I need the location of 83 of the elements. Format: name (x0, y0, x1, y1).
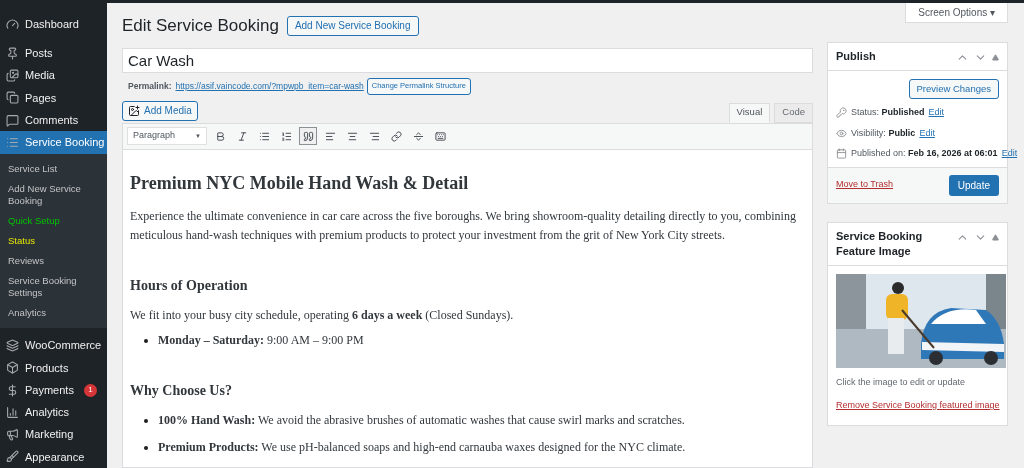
italic-icon (236, 130, 248, 142)
content-paragraph: We fit into your busy city schedule, operating 6 days a week (Closed Sundays). (130, 306, 515, 324)
layers-icon (6, 339, 19, 353)
submenu-item[interactable]: Service Booking Settings (0, 270, 107, 303)
dollar-icon (6, 383, 19, 397)
panel-title: Service Booking Feature Image (836, 228, 924, 259)
pin-icon (6, 46, 19, 60)
sidebar-item[interactable]: Service Booking (0, 131, 107, 154)
edit-link[interactable]: Edit (1001, 147, 1018, 161)
content-heading: Hours of Operation (130, 276, 249, 295)
editor-tab[interactable]: Visual (728, 102, 771, 123)
bullet-list-icon (258, 130, 270, 142)
sidebar-item[interactable]: Payments 1 (0, 379, 107, 402)
box-icon (6, 361, 19, 375)
numbered-list-icon (280, 130, 292, 142)
submenu-item[interactable]: Service List (0, 158, 107, 179)
comment-icon (6, 113, 19, 127)
key-icon (836, 107, 847, 119)
content-paragraph: Experience the ultimate convenience in car care across the five boroughs. We bring showroom-quality detailing directly to you, combining meticulous hand-wash techniques with premium products to protect your investment from the grit of New York City streets. (130, 207, 797, 244)
media-icon (128, 104, 140, 117)
gauge-icon (6, 17, 19, 31)
publish-info: Visibility: Public (851, 126, 916, 140)
panel-title: Publish (836, 49, 877, 64)
bullet-icon (144, 445, 148, 450)
preview-button[interactable]: Preview Changes (908, 79, 999, 99)
sidebar-item[interactable]: Analytics (0, 401, 107, 424)
calendar-icon (836, 148, 847, 160)
list-item-text: 100% Hand Wash: We avoid the abrasive brushes of automatic washes that cause swirl marks and scratches. (158, 411, 685, 429)
media-icon (6, 69, 19, 83)
title-field[interactable]: Car Wash (122, 47, 813, 73)
sidebar-item[interactable]: Appearance (0, 445, 107, 468)
toolbar-button[interactable] (299, 127, 317, 145)
list-icon (6, 135, 19, 149)
sidebar-item[interactable]: Comments (0, 109, 107, 132)
page-title: Edit Service Booking (122, 15, 279, 37)
image-hint: Click the image to edit or update (836, 375, 967, 389)
collapse-icon[interactable] (992, 233, 999, 241)
sidebar-item[interactable]: Media (0, 64, 107, 87)
brush-icon (6, 450, 19, 464)
publish-info: Published on: Feb 16, 2026 at 06:01 (851, 147, 998, 160)
permalink-link[interactable]: https://asif.vaincode.com/?mpwpb_item=car-wash (175, 79, 364, 93)
megaphone-icon (6, 428, 19, 442)
sidebar-item[interactable]: WooCommerce (0, 334, 107, 357)
submenu-item[interactable]: Add New Service Booking (0, 178, 107, 211)
sidebar-item[interactable]: Products (0, 356, 107, 379)
list-item-text: Premium Products: We use pH-balanced soaps and high-end carnauba waxes designed for the NYC climate. (158, 438, 686, 456)
trash-link[interactable]: Move to Trash (836, 178, 894, 192)
count-badge: 1 (83, 383, 97, 397)
submenu-item[interactable]: Quick Setup (0, 210, 107, 231)
edit-link[interactable]: Edit (928, 106, 945, 120)
add-media-button[interactable]: Add Media (122, 100, 198, 121)
read-more-icon (412, 130, 424, 142)
edit-link[interactable]: Edit (919, 126, 935, 140)
pages-icon (6, 91, 19, 105)
screen-options-button[interactable]: Screen Options ▾ (905, 3, 1008, 23)
add-new-button[interactable]: Add New Service Booking (286, 15, 419, 36)
align-center-icon (346, 130, 358, 142)
align-right-icon (368, 130, 380, 142)
quote-icon (302, 130, 314, 142)
sidebar-item[interactable]: Marketing (0, 423, 107, 446)
bullet-icon (144, 418, 148, 423)
sidebar-item[interactable]: Dashboard (0, 13, 107, 36)
submenu-item[interactable]: Reviews (0, 250, 107, 271)
sidebar-item[interactable]: Pages (0, 86, 107, 109)
submenu-item[interactable]: Analytics (0, 302, 107, 323)
remove-image-link[interactable]: Remove Service Booking featured image (836, 399, 999, 413)
bar-chart-icon (6, 405, 19, 419)
collapse-icon[interactable] (992, 54, 999, 61)
publish-info: Status: Published (851, 106, 925, 119)
editor-tab[interactable]: Code (774, 102, 813, 123)
permalink-label: Permalink: (128, 79, 172, 93)
align-left-icon (324, 130, 336, 142)
update-button[interactable]: Update (948, 174, 999, 196)
bullet-icon (144, 338, 148, 343)
eye-icon (836, 127, 847, 139)
sidebar-item[interactable]: Posts (0, 42, 107, 65)
content-heading: Premium NYC Mobile Hand Wash & Detail (130, 171, 470, 195)
bold-icon (214, 130, 226, 142)
keyboard-icon (434, 130, 446, 142)
submenu-item[interactable]: Status (0, 230, 107, 251)
link-icon (390, 130, 402, 142)
content-heading: Why Choose Us? (130, 381, 233, 400)
list-item-text: Monday – Saturday: 9:00 AM – 9:00 PM (158, 331, 364, 349)
